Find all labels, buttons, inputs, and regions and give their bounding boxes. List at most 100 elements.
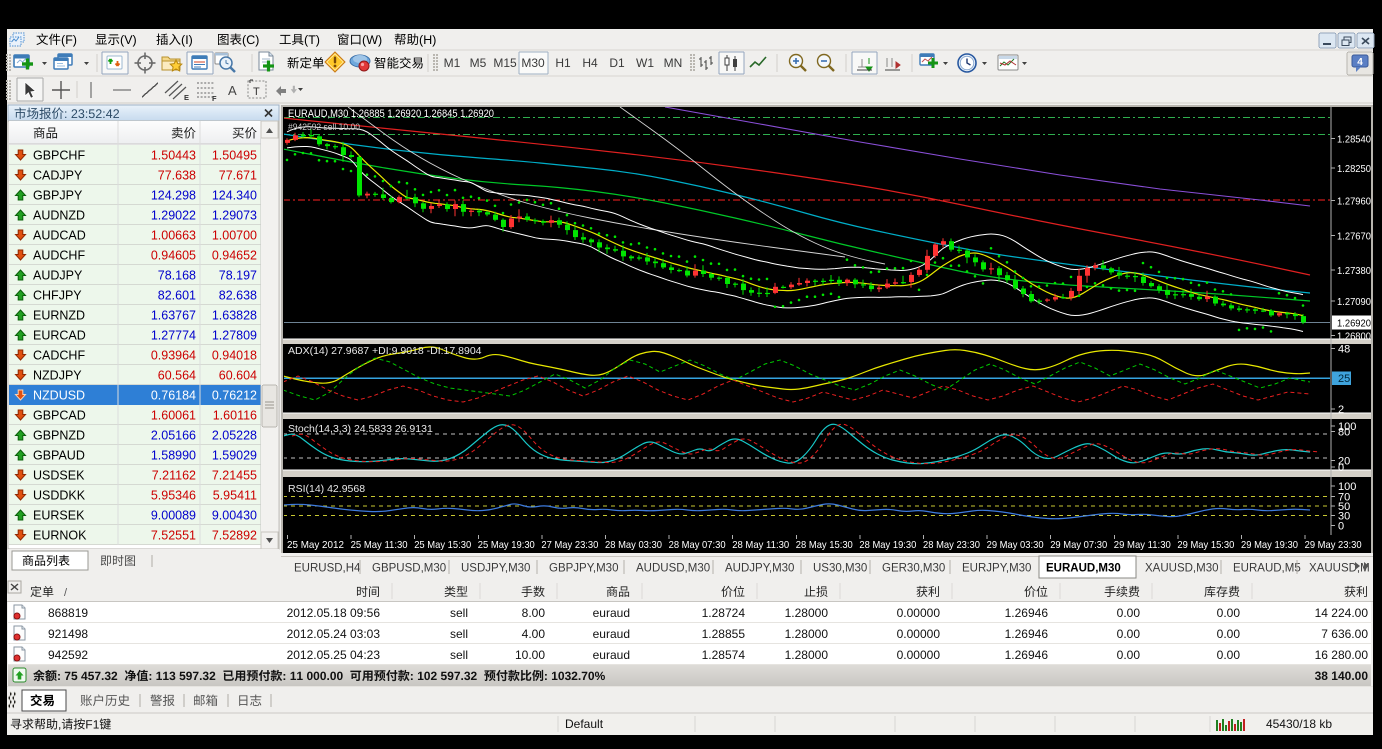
svg-text:1.26946: 1.26946 — [1005, 606, 1049, 620]
svg-text:45430/18 kb: 45430/18 kb — [1266, 717, 1332, 731]
svg-text:GBPAUD: GBPAUD — [33, 449, 85, 463]
svg-text:25 May 19:30: 25 May 19:30 — [478, 539, 535, 551]
svg-text:CADJPY: CADJPY — [33, 169, 83, 183]
svg-text:EURAUD,M30 1.26885 1.26920 1.: EURAUD,M30 1.26885 1.26920 1.26845 1.269… — [288, 108, 494, 120]
svg-text:CHFJPY: CHFJPY — [33, 289, 82, 303]
svg-text:AUDJPY,M30: AUDJPY,M30 — [725, 563, 794, 575]
svg-text:942592: 942592 — [48, 648, 88, 662]
svg-text:78.168: 78.168 — [158, 269, 196, 283]
svg-text:1.28540: 1.28540 — [1337, 133, 1371, 145]
svg-text:1.28250: 1.28250 — [1337, 163, 1371, 175]
svg-text:A: A — [228, 83, 237, 98]
svg-text:M30: M30 — [521, 56, 545, 70]
svg-text:GBPJPY: GBPJPY — [33, 189, 83, 203]
svg-text:1.28000: 1.28000 — [785, 648, 829, 662]
svg-text:XAUUSD,M30: XAUUSD,M30 — [1145, 563, 1219, 575]
svg-text:10.00: 10.00 — [515, 648, 545, 662]
svg-text:1.63767: 1.63767 — [151, 309, 196, 323]
svg-text:0.94018: 0.94018 — [212, 349, 257, 363]
svg-text:GER30,M30: GER30,M30 — [882, 563, 945, 575]
svg-text:29 May 19:30: 29 May 19:30 — [1241, 539, 1298, 551]
svg-text:16 280.00: 16 280.00 — [1315, 648, 1369, 662]
svg-text:#942592 sell 10.00: #942592 sell 10.00 — [288, 122, 360, 133]
svg-text:H1: H1 — [555, 56, 571, 70]
svg-text:CADCHF: CADCHF — [33, 349, 85, 363]
svg-text:28 May 15:30: 28 May 15:30 — [796, 539, 853, 551]
svg-text:USDJPY,M30: USDJPY,M30 — [461, 563, 530, 575]
svg-text:1.28724: 1.28724 — [702, 606, 746, 620]
svg-text:1.28000: 1.28000 — [785, 606, 829, 620]
svg-text:2.05166: 2.05166 — [151, 429, 196, 443]
svg-text:USDSEK: USDSEK — [33, 469, 85, 483]
svg-text:29 May 07:30: 29 May 07:30 — [1050, 539, 1107, 551]
svg-text:1.26920: 1.26920 — [1337, 318, 1371, 330]
svg-text:RSI(14) 42.9568: RSI(14) 42.9568 — [288, 483, 365, 495]
svg-text:5.95346: 5.95346 — [151, 489, 196, 503]
svg-text:27 May 23:30: 27 May 23:30 — [541, 539, 598, 551]
svg-text:EURNZD: EURNZD — [33, 309, 85, 323]
svg-text:0.00000: 0.00000 — [897, 648, 941, 662]
svg-text:1.26946: 1.26946 — [1005, 627, 1049, 641]
svg-text:D1: D1 — [609, 56, 625, 70]
svg-text:0: 0 — [1338, 520, 1344, 532]
svg-text:1.60061: 1.60061 — [151, 409, 196, 423]
svg-text:0.76184: 0.76184 — [151, 389, 196, 403]
svg-text:1.26800: 1.26800 — [1337, 331, 1371, 343]
svg-text:AUDUSD,M30: AUDUSD,M30 — [636, 563, 710, 575]
svg-text:0.00: 0.00 — [1217, 627, 1241, 641]
svg-text:GBPJPY,M30: GBPJPY,M30 — [549, 563, 618, 575]
svg-text:H4: H4 — [582, 56, 598, 70]
svg-text:sell: sell — [450, 606, 468, 620]
svg-text:7 636.00: 7 636.00 — [1321, 627, 1368, 641]
svg-text:0.00000: 0.00000 — [897, 627, 941, 641]
svg-text:124.340: 124.340 — [212, 189, 257, 203]
svg-text:1.29073: 1.29073 — [212, 209, 257, 223]
svg-text:EURSEK: EURSEK — [33, 509, 85, 523]
svg-text:NZDUSD: NZDUSD — [33, 389, 85, 403]
svg-text:1.26946: 1.26946 — [1005, 648, 1049, 662]
svg-text:1.27809: 1.27809 — [212, 329, 257, 343]
svg-text:AUDNZD: AUDNZD — [33, 209, 85, 223]
svg-text:AUDCAD: AUDCAD — [33, 229, 86, 243]
svg-text:EURJPY,M30: EURJPY,M30 — [962, 563, 1031, 575]
svg-text:1.58990: 1.58990 — [151, 449, 196, 463]
svg-text:sell: sell — [450, 627, 468, 641]
svg-text:5.95411: 5.95411 — [213, 489, 257, 503]
svg-text:E: E — [184, 93, 189, 102]
svg-text:0.94652: 0.94652 — [212, 249, 257, 263]
svg-text:1.27670: 1.27670 — [1337, 230, 1371, 242]
svg-text:4.00: 4.00 — [522, 627, 546, 641]
svg-text:USDDKK: USDDKK — [33, 489, 86, 503]
svg-text:1.60116: 1.60116 — [213, 409, 257, 423]
svg-text:EURAUD,M30: EURAUD,M30 — [1046, 563, 1121, 575]
svg-text:80: 80 — [1338, 426, 1350, 438]
svg-text:1.27380: 1.27380 — [1337, 265, 1371, 277]
svg-text:25: 25 — [1338, 373, 1350, 385]
svg-text:sell: sell — [450, 648, 468, 662]
svg-text:29 May 11:30: 29 May 11:30 — [1114, 539, 1171, 551]
svg-text:GBPCHF: GBPCHF — [33, 149, 85, 163]
svg-text:1.27960: 1.27960 — [1337, 195, 1371, 207]
svg-text:77.638: 77.638 — [158, 169, 196, 183]
svg-text:25 May 2012: 25 May 2012 — [287, 539, 344, 551]
svg-text:28 May 03:30: 28 May 03:30 — [605, 539, 662, 551]
svg-text:AUDCHF: AUDCHF — [33, 249, 85, 263]
svg-text:28 May 23:30: 28 May 23:30 — [923, 539, 980, 551]
svg-text:1.63828: 1.63828 — [212, 309, 257, 323]
svg-text:2012.05.24 03:03: 2012.05.24 03:03 — [287, 627, 381, 641]
svg-text:W1: W1 — [636, 56, 654, 70]
svg-text:8.00: 8.00 — [522, 606, 546, 620]
svg-text:124.298: 124.298 — [151, 189, 196, 203]
svg-text:0.00000: 0.00000 — [897, 606, 941, 620]
svg-text:7.52551: 7.52551 — [151, 529, 196, 543]
svg-text:4: 4 — [1357, 57, 1363, 68]
svg-text:1.59029: 1.59029 — [212, 449, 257, 463]
svg-text:M5: M5 — [470, 56, 487, 70]
svg-text:0.93964: 0.93964 — [151, 349, 196, 363]
svg-text:euraud: euraud — [593, 648, 630, 662]
svg-text:2.05228: 2.05228 — [212, 429, 257, 443]
svg-text:25 May 11:30: 25 May 11:30 — [351, 539, 408, 551]
svg-text:US30,M30: US30,M30 — [813, 563, 867, 575]
svg-text:F: F — [212, 94, 217, 103]
svg-text:0.76212: 0.76212 — [212, 389, 257, 403]
